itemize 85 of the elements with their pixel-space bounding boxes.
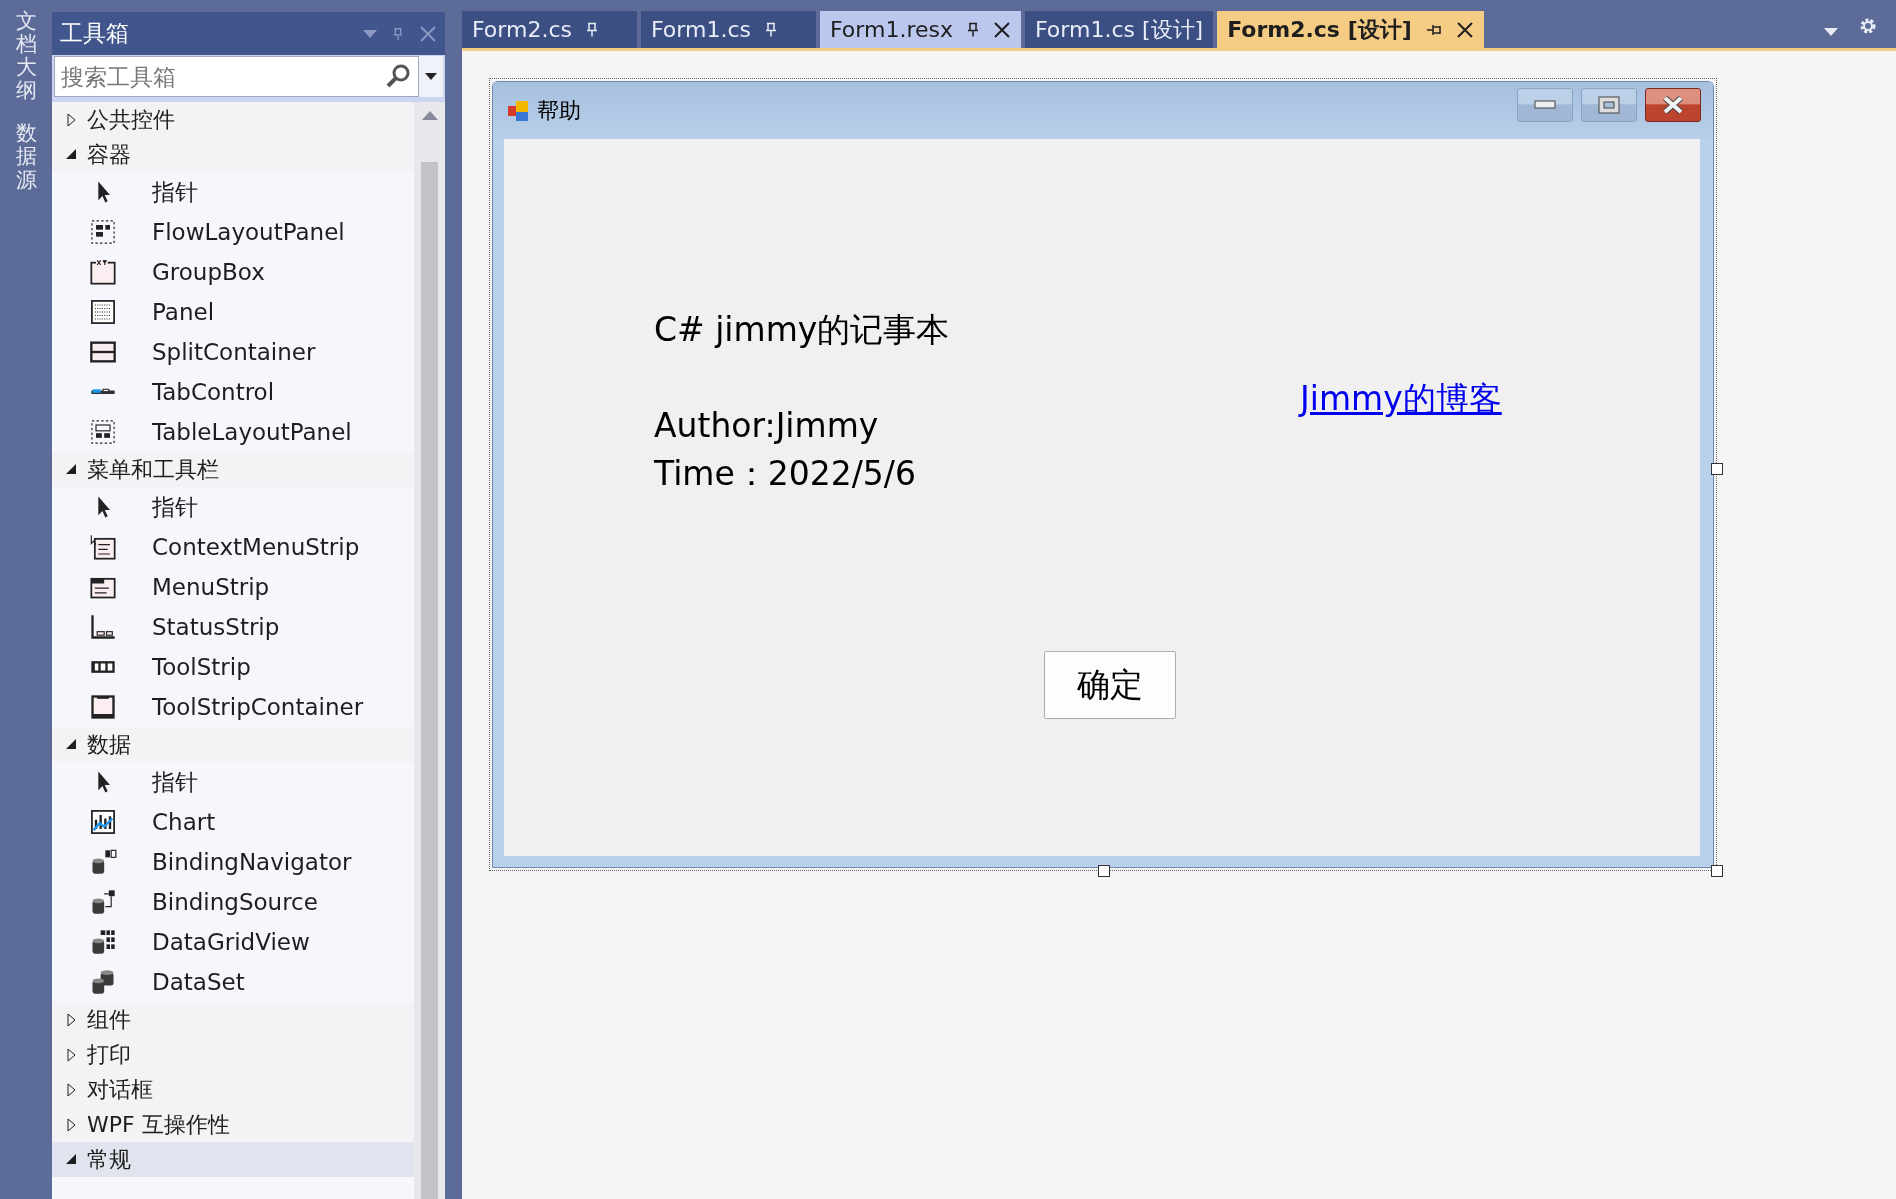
pin-icon[interactable] (967, 21, 979, 38)
toolbox-group[interactable]: 对话框 (52, 1072, 414, 1107)
collapsed-icon (66, 1082, 77, 1097)
context-menu-icon (89, 533, 117, 561)
toolbox-group[interactable]: 公共控件 (52, 102, 414, 137)
scroll-up-icon[interactable] (421, 110, 438, 120)
close-icon[interactable] (993, 20, 1011, 39)
search-options-button[interactable] (419, 56, 443, 97)
toolbox-item[interactable]: SplitContainer (52, 332, 414, 372)
toolbox-group[interactable]: WPF 互操作性 (52, 1107, 414, 1142)
document-tab[interactable]: Form2.cs [设计] (1217, 11, 1484, 48)
toolbox-group[interactable]: 常规 (52, 1142, 414, 1177)
toolbox-group[interactable]: 容器 (52, 137, 414, 172)
toolbox-item[interactable]: DataSet (52, 962, 414, 1002)
collapsed-icon (66, 112, 77, 127)
toolbox-item[interactable]: ContextMenuStrip (52, 527, 414, 567)
window-title: 帮助 (537, 96, 581, 125)
minimize-icon (1534, 100, 1556, 109)
settings-icon[interactable] (1858, 16, 1878, 36)
flow-layout-icon (89, 218, 117, 246)
search-field[interactable]: 搜索工具箱 (54, 56, 419, 97)
toolbox-item[interactable]: BindingNavigator (52, 842, 414, 882)
status-strip-icon (89, 613, 117, 641)
toolbox-item[interactable]: Panel (52, 292, 414, 332)
table-layout-icon (89, 418, 117, 446)
expanded-icon (66, 1154, 77, 1165)
collapsed-icon (66, 1117, 77, 1132)
close-button[interactable] (1645, 87, 1701, 122)
panel-icon (89, 298, 117, 326)
tab-control-icon (89, 387, 117, 397)
toolbox-item[interactable]: 指针 (52, 762, 414, 802)
toolbox-group[interactable]: 数据 (52, 727, 414, 762)
unpinned-icon[interactable] (1425, 23, 1442, 36)
form-label: Author:Jimmy (654, 405, 880, 447)
caret-icon (425, 73, 437, 80)
toolbox-item[interactable]: TabControl (52, 372, 414, 412)
toolbox-group[interactable]: 组件 (52, 1002, 414, 1037)
toolbox-item[interactable]: BindingSource (52, 882, 414, 922)
document-tab[interactable]: Form1.resx (820, 11, 1021, 48)
form-window[interactable]: 帮助 C# jimmy的记事本 Author:Jimmy Time：2022/5/6 Jimmy的博客 确定 (492, 81, 1714, 868)
expanded-icon (66, 464, 77, 475)
app-icon (507, 99, 531, 122)
toolbox-item[interactable]: ToolStripContainer (52, 687, 414, 727)
maximize-icon (1598, 95, 1620, 114)
toolbox-group[interactable]: 菜单和工具栏 (52, 452, 414, 487)
scrollbar-thumb[interactable] (421, 162, 438, 1199)
blog-link[interactable]: Jimmy的博客 (1300, 377, 1502, 422)
form-label: Time：2022/5/6 (654, 453, 917, 495)
toolbox-item[interactable]: Chart (52, 802, 414, 842)
side-tab[interactable]: 数据源 (15, 122, 37, 192)
toolbox-item[interactable]: ToolStrip (52, 647, 414, 687)
dropdown-icon[interactable] (1824, 28, 1838, 36)
chart-icon (89, 808, 117, 836)
toolbox-item[interactable]: StatusStrip (52, 607, 414, 647)
collapsed-icon (66, 1047, 77, 1062)
search-icon[interactable] (385, 63, 411, 89)
toolbox-group[interactable]: 打印 (52, 1037, 414, 1072)
resize-handle[interactable] (1098, 865, 1110, 877)
ok-button[interactable]: 确定 (1044, 651, 1176, 719)
toolbox-item[interactable]: 指针 (52, 172, 414, 212)
tool-strip-icon (89, 660, 117, 674)
expanded-icon (66, 149, 77, 160)
toolbox-item[interactable]: MenuStrip (52, 567, 414, 607)
toolbox-item[interactable]: TableLayoutPanel (52, 412, 414, 452)
resize-handle[interactable] (1711, 463, 1723, 475)
container-icon (89, 693, 117, 721)
collapsed-icon (66, 1012, 77, 1027)
expanded-icon (66, 739, 77, 750)
maximize-button[interactable] (1581, 87, 1637, 122)
close-icon (1661, 94, 1685, 115)
toolbox-item[interactable]: FlowLayoutPanel (52, 212, 414, 252)
toolbox-item[interactable]: DataGridView (52, 922, 414, 962)
group-box-icon (89, 258, 117, 286)
panel-title: 工具箱 (60, 19, 130, 48)
minimize-button[interactable] (1517, 87, 1573, 122)
toolbox-item[interactable]: 指针 (52, 487, 414, 527)
resize-handle[interactable] (1711, 865, 1723, 877)
document-tab[interactable]: Form1.cs (641, 11, 816, 48)
dropdown-icon[interactable] (363, 28, 377, 39)
side-tab[interactable]: 文档大纲 (15, 10, 37, 103)
document-tab[interactable]: Form1.cs [设计] (1025, 11, 1214, 48)
close-icon[interactable] (1455, 20, 1474, 39)
toolbox-item[interactable]: GroupBox (52, 252, 414, 292)
document-tab[interactable]: Form2.cs (462, 11, 637, 48)
form-label: C# jimmy的记事本 (654, 309, 950, 351)
